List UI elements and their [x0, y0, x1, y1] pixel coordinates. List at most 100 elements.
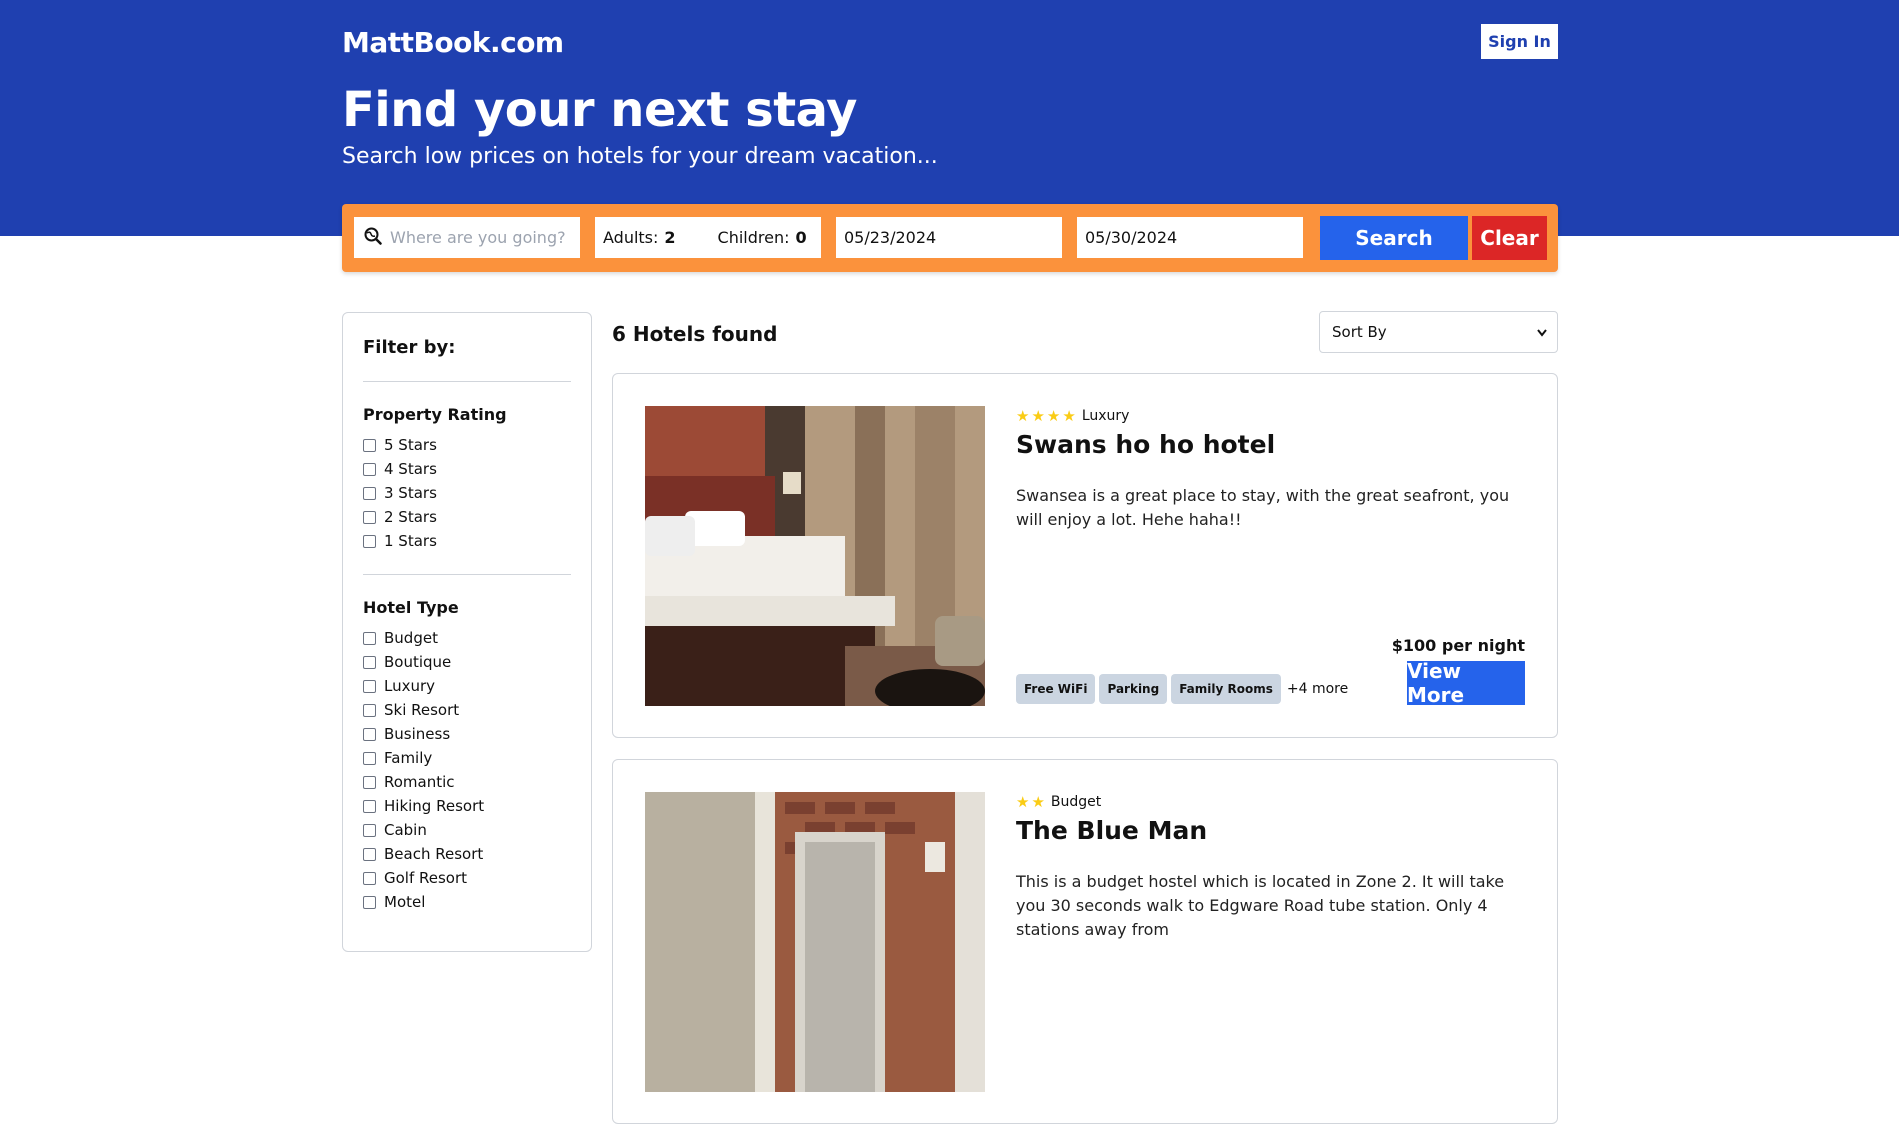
checkbox[interactable]	[363, 727, 376, 741]
adults-label: Adults:	[603, 228, 659, 247]
type-filter-option[interactable]: Hiking Resort	[363, 796, 484, 816]
hotel-name[interactable]: Swans ho ho hotel	[1016, 430, 1275, 459]
adults-value[interactable]: 2	[664, 228, 675, 247]
checkbox[interactable]	[363, 679, 376, 693]
star-icon: ★	[1031, 793, 1045, 811]
facility-tag: Free WiFi	[1016, 674, 1096, 704]
checkbox[interactable]	[363, 534, 376, 548]
results-count: 6 Hotels found	[612, 322, 778, 346]
type-filter-option-label: Beach Resort	[384, 845, 484, 863]
hero-title: Find your next stay	[342, 82, 857, 138]
type-filter-option-label: Golf Resort	[384, 869, 468, 887]
facility-tag: Parking	[1099, 674, 1168, 704]
site-logo[interactable]: MattBook.com	[342, 26, 564, 59]
destination-placeholder: Where are you going?	[390, 228, 566, 247]
hotel-card: ★ ★ Budget The Blue Man This is a budget…	[612, 759, 1558, 1124]
destination-input[interactable]: Where are you going?	[354, 217, 580, 258]
hotel-rating: ★ ★ Budget	[1016, 793, 1101, 811]
search-bar: Where are you going? Adults: 2 Children:…	[342, 204, 1558, 272]
rating-filter-option[interactable]: 4 Stars	[363, 459, 437, 479]
guests-field[interactable]: Adults: 2 Children: 0	[595, 217, 821, 258]
globe-search-icon	[364, 227, 382, 249]
type-filter-option-label: Motel	[384, 893, 426, 911]
hotel-rating: ★ ★ ★ ★ Luxury	[1016, 407, 1129, 425]
type-filter-option[interactable]: Luxury	[363, 676, 435, 696]
facility-tag: Family Rooms	[1171, 674, 1281, 704]
filter-panel: Filter by: Property Rating 5 Stars 4 Star…	[342, 312, 592, 952]
type-filter-option[interactable]: Cabin	[363, 820, 427, 840]
checkbox[interactable]	[363, 775, 376, 789]
type-filter-title: Hotel Type	[363, 598, 459, 617]
checkbox[interactable]	[363, 631, 376, 645]
star-icon: ★	[1062, 407, 1076, 425]
type-filter-option[interactable]: Golf Resort	[363, 868, 467, 888]
divider	[363, 574, 571, 575]
hero-subtitle: Search low prices on hotels for your dre…	[342, 144, 938, 169]
checkbox[interactable]	[363, 438, 376, 452]
filter-title: Filter by:	[363, 337, 456, 358]
star-icon: ★	[1016, 793, 1030, 811]
children-value[interactable]: 0	[796, 228, 807, 247]
chevron-down-icon	[1537, 323, 1547, 341]
type-filter-option[interactable]: Beach Resort	[363, 844, 483, 864]
type-filter-option[interactable]: Motel	[363, 892, 425, 912]
rating-filter-option[interactable]: 1 Stars	[363, 531, 437, 551]
rating-filter-option[interactable]: 5 Stars	[363, 435, 437, 455]
rating-filter-option[interactable]: 2 Stars	[363, 507, 437, 527]
hotel-name[interactable]: The Blue Man	[1016, 816, 1207, 845]
checkbox[interactable]	[363, 703, 376, 717]
checkbox[interactable]	[363, 486, 376, 500]
type-filter-option-label: Budget	[384, 629, 438, 647]
type-filter-option-label: Romantic	[384, 773, 455, 791]
hotel-type: Luxury	[1081, 408, 1130, 424]
type-filter-option-label: Boutique	[384, 653, 452, 671]
checkin-date-input[interactable]: 05/23/2024	[836, 217, 1062, 258]
rating-filter-option-label: 3 Stars	[384, 484, 437, 502]
hotel-price: $100 per night	[1391, 636, 1525, 655]
divider	[363, 381, 571, 382]
checkbox[interactable]	[363, 799, 376, 813]
hotel-description: This is a budget hostel which is located…	[1016, 872, 1505, 939]
checkbox[interactable]	[363, 871, 376, 885]
rating-filter-option[interactable]: 3 Stars	[363, 483, 437, 503]
sign-in-button[interactable]: Sign In	[1481, 24, 1558, 59]
hotel-description: Swansea is a great place to stay, with t…	[1016, 486, 1510, 529]
hotel-card: ★ ★ ★ ★ Luxury Swans ho ho hotel Swansea…	[612, 373, 1558, 738]
type-filter-option-label: Ski Resort	[384, 701, 460, 719]
type-filter-option[interactable]: Romantic	[363, 772, 455, 792]
checkbox[interactable]	[363, 895, 376, 909]
checkbox[interactable]	[363, 847, 376, 861]
view-more-button[interactable]: View More	[1407, 659, 1525, 707]
type-filter-option[interactable]: Business	[363, 724, 450, 744]
sort-label: Sort By	[1332, 323, 1387, 341]
type-filter-option[interactable]: Ski Resort	[363, 700, 459, 720]
type-filter-option-label: Cabin	[384, 821, 427, 839]
rating-filter-option-label: 2 Stars	[384, 508, 437, 526]
checkbox[interactable]	[363, 655, 376, 669]
checkbox[interactable]	[363, 462, 376, 476]
more-facilities: +4 more	[1286, 681, 1349, 697]
checkbox[interactable]	[363, 751, 376, 765]
clear-button[interactable]: Clear	[1472, 216, 1547, 260]
star-icon: ★	[1016, 407, 1030, 425]
star-icon: ★	[1031, 407, 1045, 425]
type-filter-option-label: Hiking Resort	[384, 797, 485, 815]
sort-select[interactable]: Sort By	[1319, 311, 1558, 353]
type-filter-option[interactable]: Boutique	[363, 652, 451, 672]
hotel-type: Budget	[1050, 794, 1102, 810]
checkout-date-input[interactable]: 05/30/2024	[1077, 217, 1303, 258]
children-label: Children:	[717, 228, 790, 247]
type-filter-option-label: Business	[384, 725, 451, 743]
type-filter-option[interactable]: Family	[363, 748, 432, 768]
hero-banner	[0, 0, 1899, 236]
hotel-image[interactable]	[645, 792, 985, 1092]
type-filter-option-label: Luxury	[384, 677, 436, 695]
star-icon: ★	[1046, 407, 1061, 425]
rating-filter-option-label: 1 Stars	[384, 532, 437, 550]
facility-list: Free WiFi Parking Family Rooms +4 more	[1016, 674, 1348, 704]
search-button[interactable]: Search	[1320, 216, 1468, 260]
checkbox[interactable]	[363, 510, 376, 524]
hotel-image[interactable]	[645, 406, 985, 706]
type-filter-option[interactable]: Budget	[363, 628, 438, 648]
checkbox[interactable]	[363, 823, 376, 837]
